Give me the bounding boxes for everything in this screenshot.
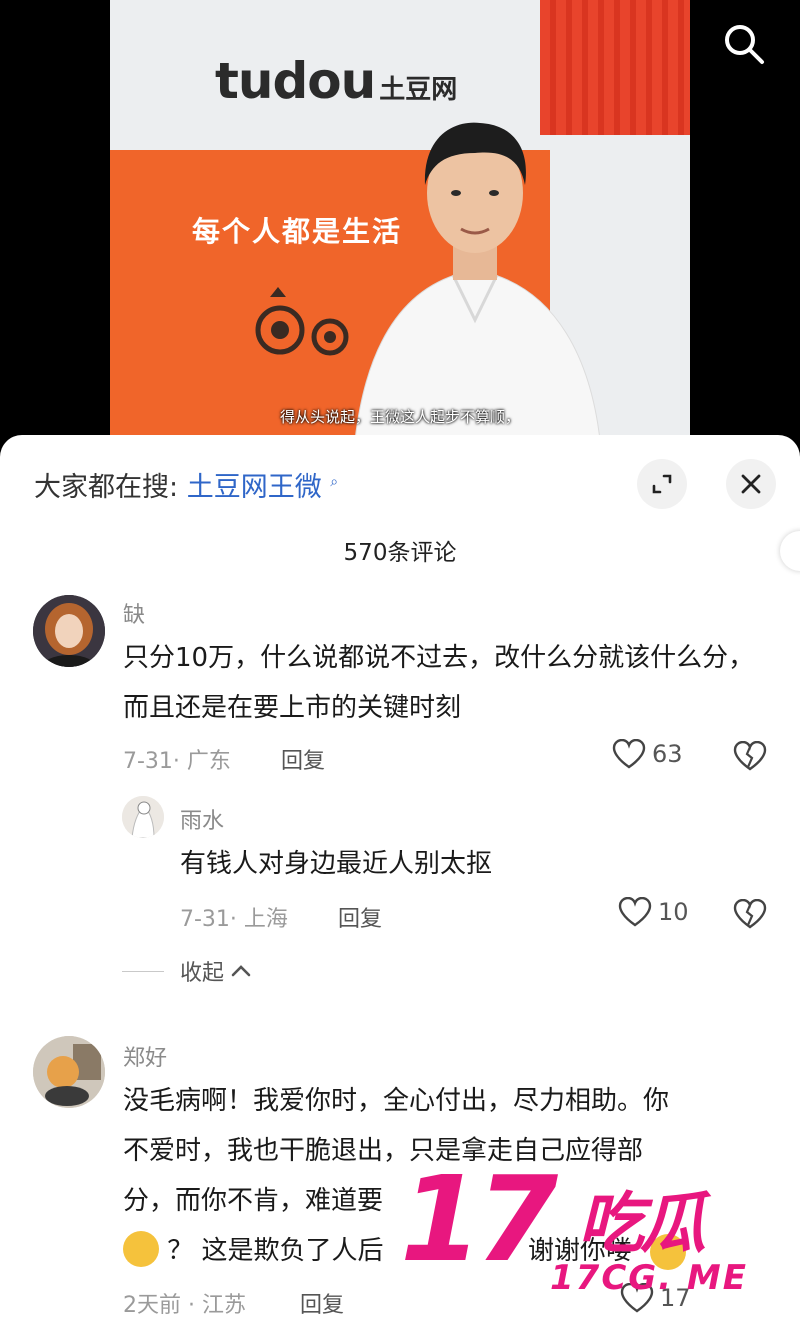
hot-search-term[interactable]: 土豆网王微 (187, 472, 322, 503)
watermark-url: 17CG. ME (550, 1258, 748, 1298)
close-icon (741, 474, 761, 494)
avatar[interactable] (33, 1036, 105, 1108)
comment-text: 只分10万，什么说都说不过去，改什么分就该什么分，而且还是在要上市的关键时刻 (123, 643, 755, 723)
heart-icon (612, 739, 646, 769)
avatar-image (33, 1036, 105, 1108)
expand-icon (652, 474, 672, 494)
comment-text-line: ？ 这是欺负了人后 (123, 1226, 384, 1276)
collapse-replies-button[interactable]: 收起 (122, 955, 252, 987)
comment-username[interactable]: 缺 (123, 597, 145, 629)
reply-text: 有钱人对身边最近人别太抠 (180, 849, 493, 879)
heart-icon (618, 897, 652, 927)
person-figure (354, 122, 601, 440)
collapse-label: 收起 (180, 961, 225, 986)
reply-button[interactable]: 回复 (281, 743, 325, 775)
watermark-number: 17 (400, 1150, 558, 1288)
reply-meta: 7-31· 上海 (180, 907, 288, 932)
like-button[interactable]: 63 (612, 739, 683, 769)
chevron-up-icon (231, 965, 251, 977)
video-player[interactable]: 每个人都是生活 tudou 土豆网 得从头说起，王微这人起步不算顺， (0, 0, 800, 440)
comment-meta: 2天前 · 江苏 (123, 1293, 246, 1318)
like-button[interactable]: 10 (618, 897, 689, 927)
divider-line (122, 970, 164, 972)
avatar[interactable] (122, 796, 164, 838)
watermark-logo: 17 吃瓜 17CG. ME (400, 1160, 800, 1335)
logo-brand-text: tudou (215, 52, 376, 110)
watermark-cn: 吃瓜 (578, 1185, 706, 1262)
like-count: 10 (658, 898, 689, 926)
reply-button[interactable]: 回复 (300, 1287, 344, 1319)
expand-button[interactable] (637, 459, 687, 509)
reply-button[interactable]: 回复 (338, 901, 382, 933)
video-frame: 每个人都是生活 tudou 土豆网 (110, 0, 690, 440)
like-count: 63 (652, 740, 683, 768)
avatar-image (122, 796, 164, 838)
emoji-icon (123, 1231, 159, 1267)
comment-username[interactable]: 郑好 (123, 1040, 167, 1072)
video-subtitle: 得从头说起，王微这人起步不算顺， (279, 408, 520, 426)
comment-count: 570条评论 (343, 540, 457, 566)
tudou-logo: tudou 土豆网 (215, 52, 457, 110)
close-button[interactable] (726, 459, 776, 509)
search-icon[interactable] (722, 22, 766, 66)
comment-text-fragment: ？ 这是欺负了人后 (167, 1236, 384, 1266)
comment-text-line: 没毛病啊！我爱你时，全心付出，尽力相助。你 (123, 1086, 670, 1116)
comment-text-line: 分，而你不肯，难道要 (123, 1186, 384, 1216)
comment-meta: 7-31· 广东 (123, 749, 231, 774)
dislike-heart-icon[interactable] (733, 741, 767, 771)
dislike-heart-icon[interactable] (733, 899, 767, 929)
logo-cn-text: 土豆网 (379, 75, 458, 105)
avatar[interactable] (33, 595, 105, 667)
small-search-icon: ⌕ (330, 474, 339, 490)
hot-search-bar[interactable]: 大家都在搜: 土豆网王微 ⌕ (34, 465, 338, 504)
hot-search-prefix: 大家都在搜: (34, 472, 179, 503)
avatar-image (33, 595, 105, 667)
reply-username[interactable]: 雨水 (180, 803, 224, 835)
